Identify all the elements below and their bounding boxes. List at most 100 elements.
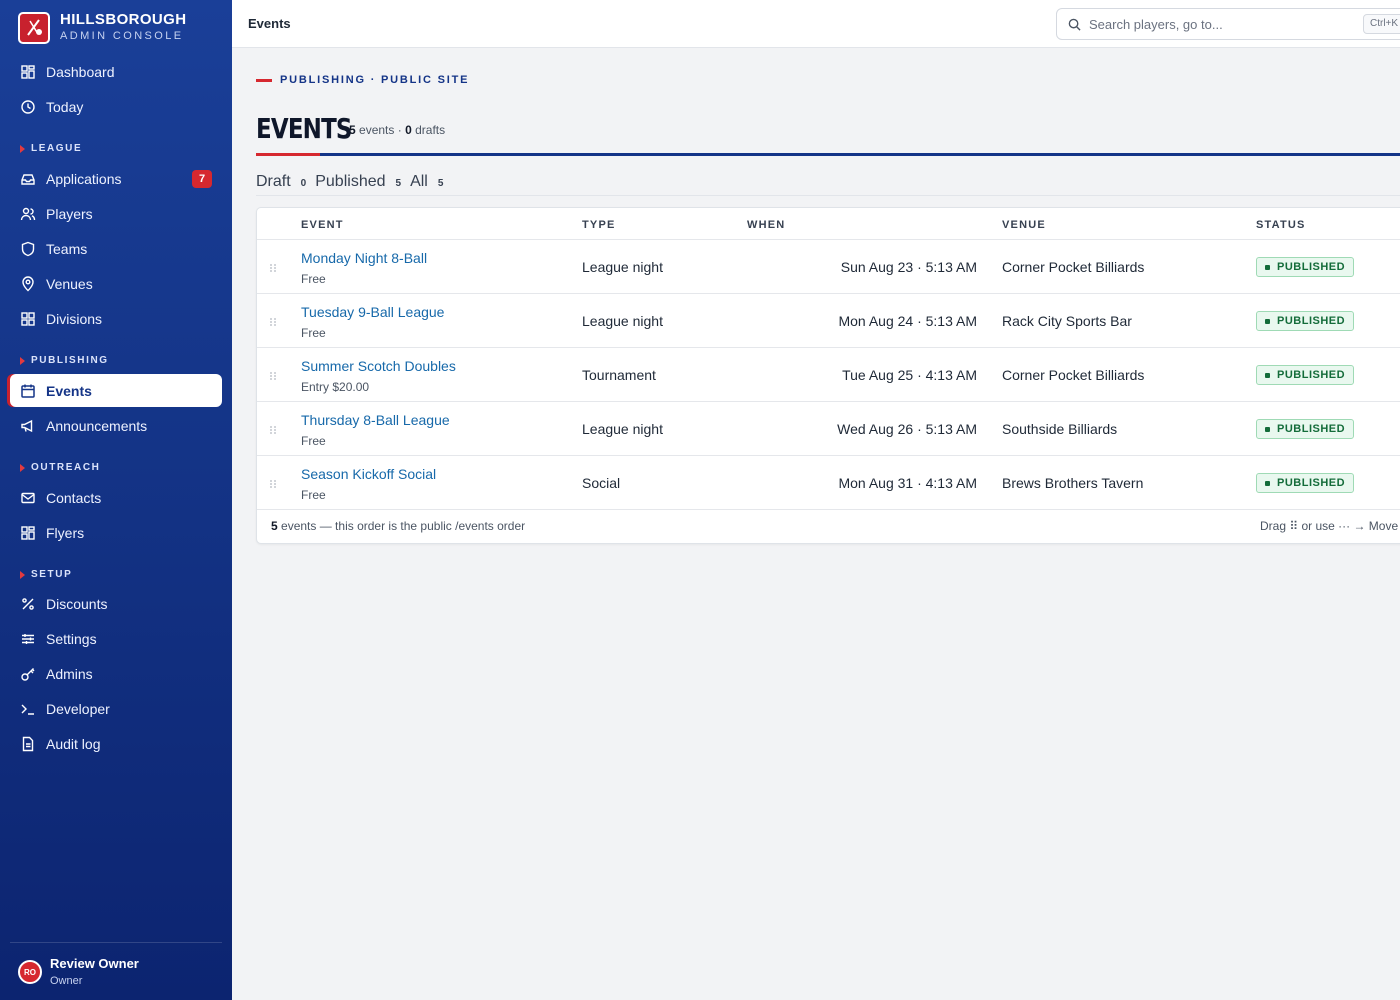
status-badge: PUBLISHED (1256, 473, 1355, 493)
tab-all[interactable]: All 5 (410, 173, 443, 191)
page-title: EVENTS (256, 112, 352, 145)
event-venue: Corner Pocket Billiards (1002, 367, 1145, 383)
status-badge: PUBLISHED (1256, 311, 1355, 331)
sidebar-item-venues[interactable]: Venues (10, 267, 222, 300)
column-header-type[interactable]: TYPE (582, 219, 616, 231)
section-league[interactable]: LEAGUE (20, 143, 82, 154)
event-price: Free (301, 326, 326, 340)
column-header-when[interactable]: WHEN (747, 219, 785, 231)
sidebar-item-label: Applications (46, 170, 122, 187)
sidebar-item-label: Venues (46, 275, 93, 292)
column-header-event[interactable]: EVENT (301, 219, 344, 231)
table-row[interactable]: Monday Night 8-Ball Free League night Sun A… (257, 240, 1400, 294)
event-type: League night (582, 259, 663, 275)
event-name-link[interactable]: Thursday 8-Ball League (301, 412, 450, 428)
key-icon (21, 667, 35, 681)
map-pin-icon (22, 275, 34, 291)
sidebar-item-today[interactable]: Today (10, 90, 222, 123)
event-price: Free (301, 488, 326, 502)
table-header: EVENT TYPE WHEN VENUE STATUS (257, 208, 1400, 240)
table-row[interactable]: Season Kickoff Social Free Social Mon Aug 3… (257, 456, 1400, 510)
events-table: EVENT TYPE WHEN VENUE STATUS Monday Nigh… (256, 207, 1400, 544)
event-type: League night (582, 421, 663, 437)
sidebar-item-teams[interactable]: Teams (10, 232, 222, 265)
event-venue: Brews Brothers Tavern (1002, 475, 1144, 491)
percent-icon (22, 597, 34, 610)
event-price: Free (301, 272, 326, 286)
status-badge: PUBLISHED (1256, 365, 1355, 385)
user-menu[interactable]: RO Review Owner Owner (10, 942, 222, 1000)
table-row[interactable]: Summer Scotch Doubles Entry $20.00 Tournam… (257, 348, 1400, 402)
event-name-link[interactable]: Season Kickoff Social (301, 466, 436, 482)
event-name-link[interactable]: Summer Scotch Doubles (301, 358, 456, 374)
sidebar-item-label: Divisions (46, 310, 103, 327)
sidebar: HILLSBOROUGH ADMIN CONSOLE Dashboard Tod… (0, 0, 232, 1000)
sidebar-item-admins[interactable]: Admins (10, 657, 222, 690)
sidebar-item-label: Contacts (46, 489, 102, 506)
drag-handle-icon[interactable] (269, 371, 277, 381)
event-venue: Corner Pocket Billiards (1002, 259, 1145, 275)
column-header-venue[interactable]: VENUE (1002, 219, 1046, 231)
sidebar-item-settings[interactable]: Settings (10, 622, 222, 655)
event-when: Tue Aug 25 · 4:13 AM (842, 367, 977, 383)
search-input[interactable]: Search players, go to... Ctrl+K (1056, 8, 1400, 40)
event-when: Sun Aug 23 · 5:13 AM (840, 259, 977, 275)
sidebar-item-divisions[interactable]: Divisions (10, 302, 222, 335)
sidebar-item-dashboard[interactable]: Dashboard (10, 55, 222, 88)
grid-icon (21, 525, 35, 540)
inbox-icon (21, 173, 35, 185)
brand[interactable]: HILLSBOROUGH ADMIN CONSOLE (18, 11, 186, 44)
section-outreach[interactable]: OUTREACH (20, 462, 100, 473)
table-row[interactable]: Thursday 8-Ball League Free League night We… (257, 402, 1400, 456)
event-name-link[interactable]: Monday Night 8-Ball (301, 250, 427, 266)
avatar: RO (18, 960, 42, 984)
event-venue: Rack City Sports Bar (1002, 313, 1132, 329)
event-when: Wed Aug 26 · 5:13 AM (837, 421, 977, 437)
status-badge: PUBLISHED (1256, 419, 1355, 439)
clock-icon (21, 99, 35, 114)
drag-handle-icon[interactable] (269, 479, 277, 489)
tab-draft[interactable]: Draft 0 (256, 173, 306, 191)
sidebar-item-label: Audit log (46, 735, 101, 752)
drag-handle-icon[interactable] (269, 425, 277, 435)
column-header-status[interactable]: STATUS (1256, 219, 1306, 231)
sidebar-item-label: Players (46, 205, 93, 222)
event-name-link[interactable]: Tuesday 9-Ball League (301, 304, 444, 320)
sidebar-item-audit-log[interactable]: Audit log (10, 727, 222, 760)
section-publishing[interactable]: PUBLISHING (20, 355, 109, 366)
sidebar-item-events[interactable]: Events (10, 374, 222, 407)
sidebar-item-contacts[interactable]: Contacts (10, 481, 222, 514)
sidebar-item-label: Teams (46, 240, 88, 257)
sidebar-item-players[interactable]: Players (10, 197, 222, 230)
sidebar-item-label: Settings (46, 630, 97, 647)
sidebar-item-applications[interactable]: Applications 7 (10, 162, 222, 195)
sidebar-item-label: Admins (46, 665, 93, 682)
sidebar-item-label: Developer (46, 700, 110, 717)
event-counts: 5 events · 0 drafts (349, 123, 446, 137)
event-when: Mon Aug 31 · 4:13 AM (838, 475, 977, 491)
event-when: Mon Aug 24 · 5:13 AM (838, 313, 977, 329)
file-icon (22, 736, 34, 751)
event-venue: Southside Billiards (1002, 421, 1118, 437)
sidebar-item-label: Today (46, 98, 84, 115)
sidebar-item-announcements[interactable]: Announcements (10, 409, 222, 442)
terminal-icon (21, 704, 34, 715)
sidebar-item-discounts[interactable]: Discounts (10, 587, 222, 620)
drag-handle-icon[interactable] (269, 263, 277, 273)
status-tabs: Draft 0 Published 5 All 5 (256, 173, 452, 191)
user-name: Review Owner (50, 956, 139, 971)
sidebar-item-label: Flyers (46, 524, 85, 541)
drag-handle-icon[interactable] (269, 317, 277, 327)
table-row[interactable]: Tuesday 9-Ball League Free League night Mon… (257, 294, 1400, 348)
section-setup[interactable]: SETUP (20, 569, 72, 580)
sidebar-item-flyers[interactable]: Flyers (10, 516, 222, 549)
event-type: League night (582, 313, 663, 329)
tab-published[interactable]: Published 5 (315, 173, 401, 191)
search-icon (1068, 18, 1081, 31)
reorder-hint: Drag ⠿ or use ··· → Move t (1260, 519, 1400, 533)
breadcrumb: PUBLISHING · PUBLIC SITE (256, 74, 469, 86)
grid-icon (21, 64, 35, 79)
sidebar-item-developer[interactable]: Developer (10, 692, 222, 725)
calendar-icon (21, 384, 35, 398)
sidebar-item-label: Events (46, 382, 92, 399)
